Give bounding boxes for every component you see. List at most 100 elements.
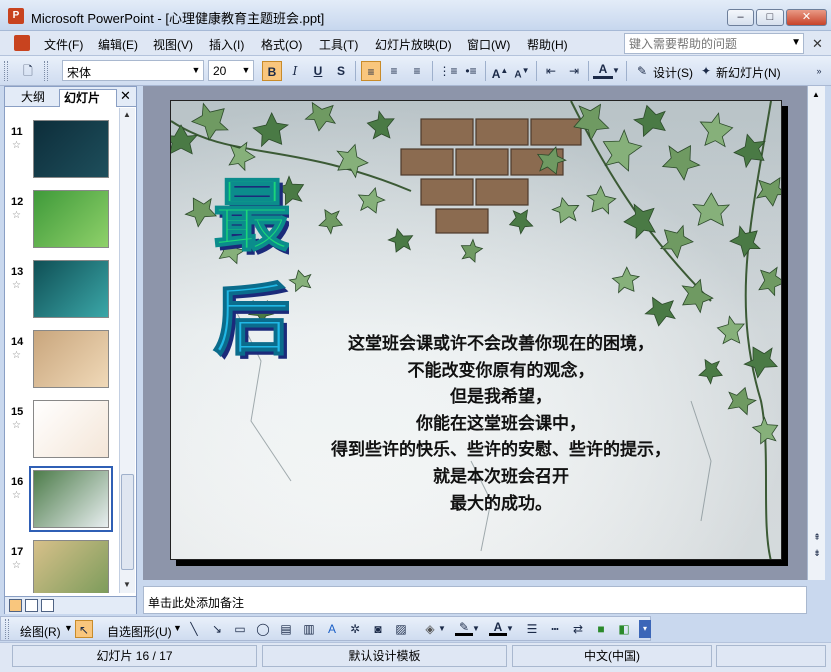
new-slide-button-label[interactable]: 新幻灯片(N) (716, 64, 781, 81)
notes-pane[interactable]: 单击此处添加备注 (143, 586, 807, 614)
slide-thumbnail-row[interactable]: 13 ☆ (5, 254, 119, 324)
close-button[interactable]: ✕ (786, 9, 827, 26)
slide-thumbnail[interactable] (33, 190, 109, 248)
select-pointer-icon[interactable]: ↖ (75, 620, 93, 638)
slide-thumbnail[interactable] (33, 260, 109, 318)
chevron-down-icon[interactable]: ▼ (505, 620, 515, 638)
document-icon[interactable] (14, 35, 30, 51)
insert-picture-icon[interactable]: ▨ (392, 620, 410, 638)
close-icon[interactable]: ✕ (120, 88, 131, 104)
current-slide[interactable]: 最 最 后 后 这堂班会课或许不会改善你现在的困境， 不能改变你原有的观念， 但是我… (170, 100, 782, 560)
chevron-down-icon[interactable]: ▼ (471, 620, 481, 638)
decrease-indent-icon[interactable]: ⇤ (541, 61, 561, 81)
font-color-icon[interactable]: A (593, 61, 613, 79)
menu-view[interactable]: 视图(V) (153, 36, 193, 53)
shadow-button[interactable]: S (331, 61, 351, 81)
notes-placeholder[interactable]: 单击此处添加备注 (148, 594, 244, 611)
menu-format[interactable]: 格式(O) (261, 36, 302, 53)
chevron-down-icon[interactable]: ▼ (173, 623, 182, 633)
menu-insert[interactable]: 插入(I) (209, 36, 244, 53)
toolbar-options-icon[interactable]: » (809, 61, 829, 81)
toolbar-options-icon[interactable]: ▾ (639, 620, 651, 638)
document-close-icon[interactable]: ✕ (812, 36, 823, 52)
slide-thumbnail[interactable] (33, 540, 109, 593)
next-slide-icon[interactable]: ⇟ (810, 546, 824, 560)
increase-font-icon[interactable]: A▲ (490, 61, 510, 81)
textbox-icon[interactable]: ▤ (277, 620, 295, 638)
slide-thumbnail-row[interactable]: 15 ☆ (5, 394, 119, 464)
slide-scrollbar[interactable]: ▲ ⇞ ⇟ (807, 86, 825, 580)
previous-slide-icon[interactable]: ⇞ (810, 530, 824, 544)
line-icon[interactable]: ╲ (185, 620, 203, 638)
menu-file[interactable]: 文件(F) (44, 36, 83, 53)
design-icon[interactable]: ✎ (632, 61, 652, 81)
underline-button[interactable]: U (308, 61, 328, 81)
menu-slideshow[interactable]: 幻灯片放映(D) (375, 36, 452, 53)
chevron-down-icon[interactable]: ▼ (239, 61, 253, 80)
arrow-icon[interactable]: ↘ (208, 620, 226, 638)
menu-edit[interactable]: 编辑(E) (98, 36, 138, 53)
slide-sorter-icon[interactable] (25, 599, 38, 612)
help-search-box[interactable]: ▼ (624, 33, 804, 54)
slide-thumbnail[interactable] (33, 120, 109, 178)
tab-outline[interactable]: 大纲 (9, 89, 57, 107)
rectangle-icon[interactable]: ▭ (231, 620, 249, 638)
italic-button[interactable]: I (285, 61, 305, 81)
arrow-style-icon[interactable]: ⇄ (569, 620, 587, 638)
increase-indent-icon[interactable]: ⇥ (564, 61, 584, 81)
scrollbar-thumb[interactable] (121, 474, 134, 570)
toolbar-grip[interactable] (44, 61, 48, 81)
chevron-down-icon[interactable]: ▼ (64, 623, 73, 633)
slide-thumbnail-row[interactable]: 11 ☆ (5, 114, 119, 184)
align-center-icon[interactable]: ≡ (384, 61, 404, 81)
scroll-up-icon[interactable]: ▲ (812, 90, 820, 99)
numbered-list-icon[interactable]: ⋮≡ (438, 61, 458, 81)
slide-thumbnail[interactable] (33, 330, 109, 388)
bulleted-list-icon[interactable]: •≡ (461, 61, 481, 81)
3d-style-icon[interactable]: ◧ (615, 620, 633, 638)
menu-window[interactable]: 窗口(W) (467, 36, 510, 53)
help-search-input[interactable] (625, 34, 785, 53)
line-style-icon[interactable]: ☰ (523, 620, 541, 638)
slide-thumbnail-row[interactable]: 17 ☆ (5, 534, 119, 593)
new-document-icon[interactable]: 🗋 (18, 61, 38, 81)
slide-thumbnail[interactable] (29, 466, 113, 532)
autoshapes-button[interactable]: 自选图形(U) (107, 623, 172, 640)
chevron-down-icon[interactable]: ▼ (437, 620, 447, 638)
slide-thumbnail-row[interactable]: 16 ☆ (5, 464, 119, 534)
font-size-select[interactable]: 20 ▼ (208, 60, 254, 81)
toolbar-grip[interactable] (5, 619, 9, 639)
slideshow-icon[interactable] (41, 599, 54, 612)
chevron-down-icon[interactable]: ▼ (791, 37, 801, 48)
chevron-down-icon[interactable]: ▼ (189, 61, 203, 80)
slide-thumbnail[interactable] (33, 400, 109, 458)
chevron-down-icon[interactable]: ▼ (611, 61, 621, 81)
toolbar-grip[interactable] (4, 61, 8, 81)
slide-thumbnail-row[interactable]: 14 ☆ (5, 324, 119, 394)
vertical-textbox-icon[interactable]: ▥ (300, 620, 318, 638)
oval-icon[interactable]: ◯ (254, 620, 272, 638)
wordart-icon[interactable]: A (323, 620, 341, 638)
normal-view-icon[interactable] (9, 599, 22, 612)
align-right-icon[interactable]: ≡ (407, 61, 427, 81)
decrease-font-icon[interactable]: A▼ (512, 61, 532, 81)
slide-thumbnail-row[interactable]: 12 ☆ (5, 184, 119, 254)
slide-body-text[interactable]: 这堂班会课或许不会改善你现在的困境， 不能改变你原有的观念， 但是我希望， 你能在这堂… (281, 331, 721, 517)
menu-help[interactable]: 帮助(H) (527, 36, 568, 53)
maximize-button[interactable]: □ (756, 9, 784, 26)
bold-button[interactable]: B (262, 61, 282, 81)
dash-style-icon[interactable]: ┅ (546, 620, 564, 638)
design-button-label[interactable]: 设计(S) (653, 64, 693, 81)
clipart-icon[interactable]: ◙ (369, 620, 387, 638)
align-left-icon[interactable]: ≡ (361, 61, 381, 81)
scroll-down-icon[interactable]: ▼ (123, 580, 131, 589)
draw-menu-button[interactable]: 绘图(R) (20, 623, 61, 640)
minimize-button[interactable]: – (727, 9, 754, 26)
diagram-icon[interactable]: ✲ (346, 620, 364, 638)
tab-slides[interactable]: 幻灯片 (59, 89, 117, 107)
shadow-style-icon[interactable]: ■ (592, 620, 610, 638)
menu-tools[interactable]: 工具(T) (319, 36, 358, 53)
thumbnail-scrollbar[interactable]: ▲ ▼ (119, 108, 135, 593)
new-slide-icon[interactable]: ✦ (696, 61, 716, 81)
scroll-up-icon[interactable]: ▲ (123, 110, 131, 119)
